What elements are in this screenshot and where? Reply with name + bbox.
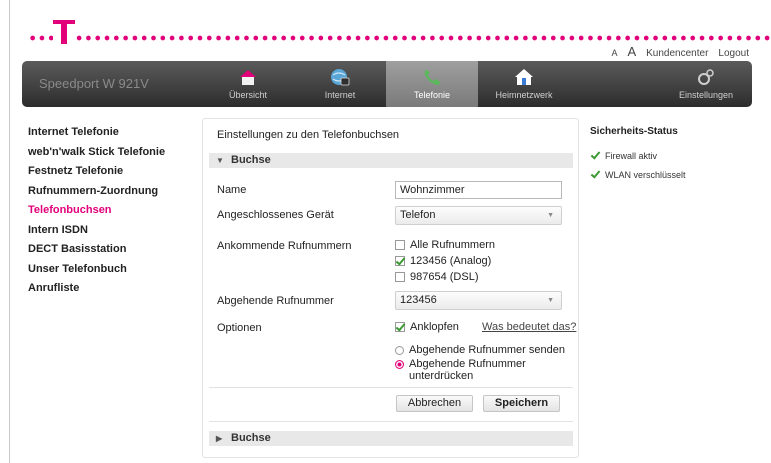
sidebar-item-festnetz-telefonie[interactable]: Festnetz Telefonie xyxy=(28,165,165,185)
checkbox[interactable] xyxy=(395,256,405,266)
top-links: A A Kundencenter Logout xyxy=(605,44,749,59)
sidebar-item-rufnummern-zuordnung[interactable]: Rufnummern-Zuordnung xyxy=(28,185,165,205)
checkbox[interactable] xyxy=(395,322,405,332)
status-text: WLAN verschlüsselt xyxy=(605,169,686,180)
logout-link[interactable]: Logout xyxy=(718,48,749,59)
radio-label: Abgehende Rufnummer senden xyxy=(409,344,565,356)
divider xyxy=(209,421,573,422)
checkbox-label: Anklopfen xyxy=(410,321,459,333)
tab-telefonie[interactable]: Telefonie xyxy=(386,61,478,107)
checkbox-label: Alle Rufnummern xyxy=(410,239,495,251)
sidebar-item-unser-telefonbuch[interactable]: Unser Telefonbuch xyxy=(28,263,165,283)
anklopfen-option[interactable]: Anklopfen xyxy=(395,321,459,333)
magenta-dot-line xyxy=(28,35,770,41)
tab-einstellungen[interactable]: Einstellungen xyxy=(660,61,752,107)
font-size-large-button[interactable]: A xyxy=(627,44,636,59)
incoming-option-dsl[interactable]: 987654 (DSL) xyxy=(395,271,479,283)
tab-internet[interactable]: Internet xyxy=(294,61,386,107)
checkbox[interactable] xyxy=(395,272,405,282)
device-label: Angeschlossenes Gerät xyxy=(217,209,334,221)
sidebar-item-internet-telefonie[interactable]: Internet Telefonie xyxy=(28,126,165,146)
product-name: Speedport W 921V xyxy=(39,76,149,91)
home-network-icon xyxy=(515,69,533,85)
chevron-right-icon: ▶ xyxy=(216,434,223,443)
radio-suppress-number[interactable]: Abgehende Rufnummer unterdrücken xyxy=(395,358,526,382)
chevron-down-icon: ▼ xyxy=(547,212,554,219)
checkbox[interactable] xyxy=(395,240,405,250)
save-button[interactable]: Speichern xyxy=(483,395,560,412)
incoming-option-analog[interactable]: 123456 (Analog) xyxy=(395,255,491,267)
sidebar: Internet Telefonie web'n'walk Stick Tele… xyxy=(28,126,165,302)
name-label: Name xyxy=(217,184,247,196)
radio-label-line1: Abgehende Rufnummer xyxy=(409,358,526,370)
page-title: Einstellungen zu den Telefonbuchsen xyxy=(217,129,400,141)
radio-button[interactable] xyxy=(395,345,404,355)
checkmark-icon xyxy=(590,151,599,160)
chevron-down-icon: ▼ xyxy=(547,297,554,304)
name-input[interactable]: Wohnzimmer xyxy=(395,181,562,199)
device-select-value: Telefon xyxy=(400,209,436,221)
cancel-button[interactable]: Abbrechen xyxy=(396,395,473,412)
checkmark-icon xyxy=(590,170,599,179)
sidebar-item-anrufliste[interactable]: Anrufliste xyxy=(28,282,165,302)
status-heading: Sicherheits-Status xyxy=(590,126,678,137)
section-title: Buchse xyxy=(231,432,271,444)
outgoing-select[interactable]: 123456 ▼ xyxy=(395,291,562,310)
tab-label: Übersicht xyxy=(228,90,267,100)
section-buchse-expanded[interactable]: ▼ Buchse xyxy=(209,153,573,168)
brand-header: A A Kundencenter Logout xyxy=(0,0,771,60)
font-size-small-button[interactable]: A xyxy=(611,48,617,58)
house-icon xyxy=(240,70,256,85)
device-select[interactable]: Telefon ▼ xyxy=(395,206,562,225)
main-navbar: Speedport W 921V Übersicht Internet Tele… xyxy=(22,61,752,107)
window-border xyxy=(9,0,10,463)
status-text: Firewall aktiv xyxy=(605,150,658,161)
tab-label: Einstellungen xyxy=(678,90,734,100)
phone-handset-icon xyxy=(424,70,440,85)
kundencenter-link[interactable]: Kundencenter xyxy=(646,48,708,59)
radio-button[interactable] xyxy=(395,360,404,369)
security-status: Sicherheits-Status Firewall aktiv WLAN v… xyxy=(590,126,686,184)
divider xyxy=(209,387,573,388)
chevron-down-icon: ▼ xyxy=(216,156,224,165)
incoming-label: Ankommende Rufnummern xyxy=(217,240,352,252)
status-item-wlan: WLAN verschlüsselt xyxy=(590,165,686,184)
sidebar-item-webnwalk-telefonie[interactable]: web'n'walk Stick Telefonie xyxy=(28,146,165,166)
sidebar-item-telefonbuchsen[interactable]: Telefonbuchsen xyxy=(28,204,165,224)
status-item-firewall: Firewall aktiv xyxy=(590,146,686,165)
tab-label: Heimnetzwerk xyxy=(495,90,553,100)
options-label: Optionen xyxy=(217,322,262,334)
section-buchse-collapsed[interactable]: ▶ Buchse xyxy=(209,431,573,446)
sidebar-item-dect-basisstation[interactable]: DECT Basisstation xyxy=(28,243,165,263)
outgoing-label: Abgehende Rufnummer xyxy=(217,295,334,307)
tab-label: Internet xyxy=(324,90,356,100)
radio-label-line2: unterdrücken xyxy=(409,370,474,382)
incoming-option-all[interactable]: Alle Rufnummern xyxy=(395,239,495,251)
tab-label: Telefonie xyxy=(413,90,451,100)
telekom-logo[interactable] xyxy=(53,13,75,47)
globe-icon xyxy=(331,69,350,86)
settings-panel: Einstellungen zu den Telefonbuchsen ▼ Bu… xyxy=(202,118,579,458)
checkbox-label: 987654 (DSL) xyxy=(410,271,479,283)
tab-heimnetzwerk[interactable]: Heimnetzwerk xyxy=(478,61,570,107)
section-title: Buchse xyxy=(231,154,271,166)
help-link[interactable]: Was bedeutet das? xyxy=(482,321,576,333)
checkbox-label: 123456 (Analog) xyxy=(410,255,492,267)
radio-label: Abgehende Rufnummer unterdrücken xyxy=(409,358,526,382)
outgoing-select-value: 123456 xyxy=(400,294,437,306)
sidebar-item-intern-isdn[interactable]: Intern ISDN xyxy=(28,224,165,244)
gears-icon xyxy=(698,69,714,85)
radio-send-number[interactable]: Abgehende Rufnummer senden xyxy=(395,344,565,356)
tab-uebersicht[interactable]: Übersicht xyxy=(202,61,294,107)
